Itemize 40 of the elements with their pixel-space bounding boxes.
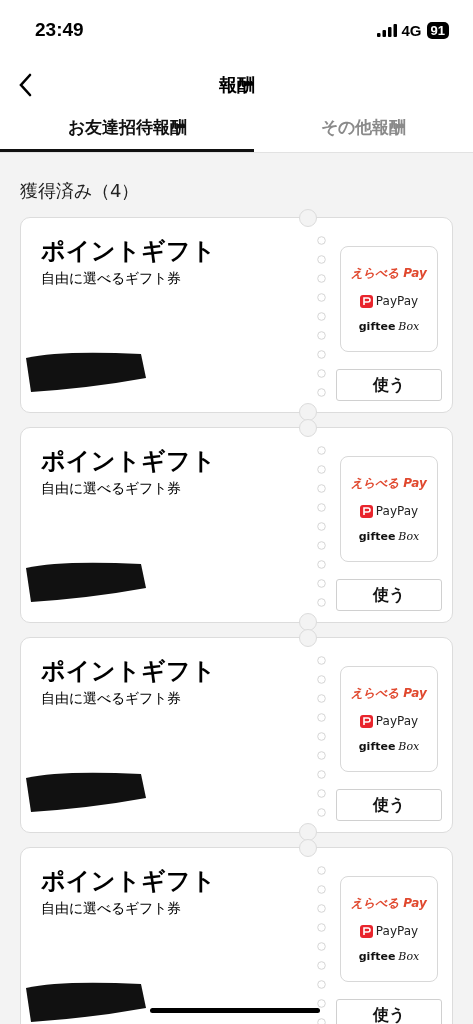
paypay-icon — [359, 294, 373, 308]
brand-name: えらべる Pay — [351, 685, 427, 702]
reward-title: ポイントギフト — [41, 448, 217, 475]
reward-title: ポイントギフト — [41, 868, 217, 895]
tab[interactable]: お友達招待報酬 — [0, 110, 254, 152]
brand-name: giftee — [358, 950, 396, 963]
use-button[interactable]: 使う — [336, 369, 442, 401]
use-button[interactable]: 使う — [336, 579, 442, 611]
back-icon[interactable] — [18, 73, 32, 97]
brand-name: PayPay — [375, 714, 419, 728]
brand-name: giftee — [358, 740, 396, 753]
battery-level: 91 — [426, 21, 449, 39]
reward-subtitle: 自由に選べるギフト券 — [41, 690, 182, 709]
reward-title: ポイントギフト — [41, 238, 217, 265]
reward-title: ポイントギフト — [41, 658, 217, 685]
paypay-icon — [359, 924, 373, 938]
reward-subtitle: 自由に選べるギフト券 — [41, 480, 182, 499]
network-type: 4G — [401, 21, 422, 39]
brand-name: giftee — [358, 530, 396, 543]
brand-name: えらべる Pay — [351, 475, 427, 492]
status-time: 23:49 — [35, 19, 84, 41]
section-title: 獲得済み（4） — [19, 179, 141, 203]
use-button[interactable]: 使う — [336, 999, 442, 1024]
brand-name: PayPay — [375, 504, 419, 518]
brand-name: Box — [398, 950, 420, 963]
brand-name: Box — [398, 530, 420, 543]
brand-name: PayPay — [375, 294, 419, 308]
brand-name: えらべる Pay — [351, 265, 427, 282]
paypay-icon — [359, 714, 373, 728]
signal-icon — [376, 23, 397, 37]
brand-name: えらべる Pay — [351, 895, 427, 912]
brand-name: PayPay — [375, 924, 419, 938]
page-title: 報酬 — [218, 73, 255, 97]
brand-name: Box — [398, 740, 420, 753]
brand-name: Box — [398, 320, 420, 333]
use-button[interactable]: 使う — [336, 789, 442, 821]
brand-name: giftee — [358, 320, 396, 333]
paypay-icon — [359, 504, 373, 518]
reward-subtitle: 自由に選べるギフト券 — [41, 270, 182, 289]
reward-subtitle: 自由に選べるギフト券 — [41, 900, 182, 919]
